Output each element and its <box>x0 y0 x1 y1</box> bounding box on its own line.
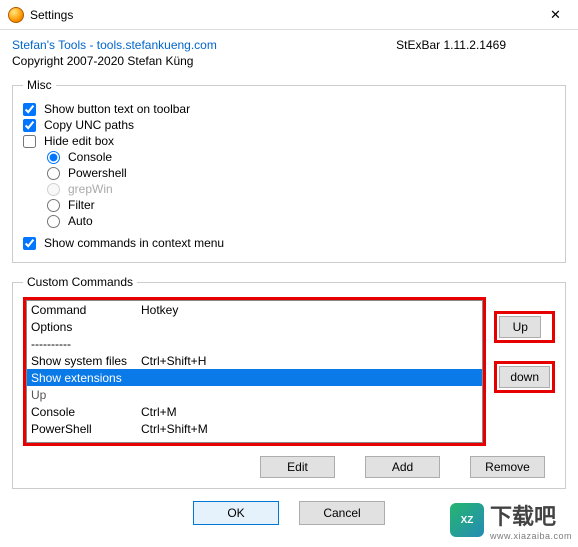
cell-command: Up <box>27 386 137 403</box>
table-row[interactable]: Show extensions <box>27 369 482 386</box>
custom-commands-group: Custom Commands Command Hotkey Options--… <box>12 275 566 489</box>
show-context-checkbox[interactable]: Show commands in context menu <box>23 236 555 250</box>
command-action-buttons: Edit Add Remove <box>23 456 555 478</box>
col-hotkey: Hotkey <box>137 301 482 318</box>
window-title: Settings <box>30 8 533 22</box>
hide-edit-input[interactable] <box>23 135 36 148</box>
close-button[interactable]: ✕ <box>533 0 578 30</box>
cell-hotkey <box>137 318 482 335</box>
remove-button[interactable]: Remove <box>470 456 545 478</box>
cell-hotkey <box>137 369 482 386</box>
cell-hotkey: Ctrl+Shift+M <box>137 420 482 437</box>
down-button-highlight: down <box>494 361 555 393</box>
custom-commands-legend: Custom Commands <box>23 275 137 289</box>
content: Stefan's Tools - tools.stefankueng.com S… <box>0 30 578 525</box>
add-button[interactable]: Add <box>365 456 440 478</box>
ok-button[interactable]: OK <box>193 501 279 525</box>
watermark-logo-icon: XZ <box>450 503 484 537</box>
cell-command: Show system files <box>27 352 137 369</box>
cell-command: Console <box>27 403 137 420</box>
radio-console-input[interactable] <box>47 151 60 164</box>
watermark-sub: www.xiazaiba.com <box>490 531 572 541</box>
table-row[interactable]: Show system filesCtrl+Shift+H <box>27 352 482 369</box>
hide-edit-checkbox[interactable]: Hide edit box <box>23 134 555 148</box>
radio-auto[interactable]: Auto <box>47 214 555 228</box>
table-row[interactable]: PowerShellCtrl+Shift+M <box>27 420 482 437</box>
watermark: XZ 下载吧 www.xiazaiba.com <box>450 499 572 541</box>
cell-command: PowerShell <box>27 420 137 437</box>
up-button-highlight: Up <box>494 311 555 343</box>
editbox-radios: Console Powershell grepWin Filter Auto <box>47 150 555 228</box>
table-row[interactable]: ---------- <box>27 335 482 352</box>
close-icon: ✕ <box>550 7 561 23</box>
down-button[interactable]: down <box>499 366 550 388</box>
show-button-text-input[interactable] <box>23 103 36 116</box>
misc-legend: Misc <box>23 78 56 92</box>
edit-button[interactable]: Edit <box>260 456 335 478</box>
radio-grepwin-label: grepWin <box>68 182 113 196</box>
show-context-label: Show commands in context menu <box>44 236 224 250</box>
copy-unc-checkbox[interactable]: Copy UNC paths <box>23 118 555 132</box>
header-row: Stefan's Tools - tools.stefankueng.com S… <box>12 38 566 52</box>
up-button[interactable]: Up <box>499 316 541 338</box>
show-context-input[interactable] <box>23 237 36 250</box>
cell-hotkey: Ctrl+M <box>137 403 482 420</box>
radio-auto-input[interactable] <box>47 215 60 228</box>
cell-command: Show extensions <box>27 369 137 386</box>
radio-powershell-input[interactable] <box>47 167 60 180</box>
radio-powershell[interactable]: Powershell <box>47 166 555 180</box>
col-command: Command <box>27 301 137 318</box>
commands-grid[interactable]: Command Hotkey Options----------Show sys… <box>26 300 483 443</box>
watermark-text: 下载吧 <box>490 504 556 529</box>
table-row[interactable]: ConsoleCtrl+M <box>27 403 482 420</box>
table-row[interactable]: Up <box>27 386 482 403</box>
radio-grepwin-input <box>47 183 60 196</box>
copy-unc-input[interactable] <box>23 119 36 132</box>
commands-table: Command Hotkey Options----------Show sys… <box>27 301 482 437</box>
cell-command: ---------- <box>27 335 137 352</box>
radio-grepwin: grepWin <box>47 182 555 196</box>
radio-auto-label: Auto <box>68 214 93 228</box>
radio-filter[interactable]: Filter <box>47 198 555 212</box>
cell-hotkey <box>137 386 482 403</box>
reorder-buttons: Up down <box>494 311 555 393</box>
version-label: StExBar 1.11.2.1469 <box>396 38 506 52</box>
commands-area: Command Hotkey Options----------Show sys… <box>23 297 555 446</box>
table-header-row[interactable]: Command Hotkey <box>27 301 482 318</box>
commands-grid-highlight: Command Hotkey Options----------Show sys… <box>23 297 486 446</box>
show-button-text-label: Show button text on toolbar <box>44 102 190 116</box>
radio-console-label: Console <box>68 150 112 164</box>
copyright-label: Copyright 2007-2020 Stefan Küng <box>12 54 566 68</box>
misc-group: Misc Show button text on toolbar Copy UN… <box>12 78 566 263</box>
tools-link[interactable]: Stefan's Tools - tools.stefankueng.com <box>12 38 217 52</box>
copy-unc-label: Copy UNC paths <box>44 118 134 132</box>
cell-hotkey <box>137 335 482 352</box>
radio-powershell-label: Powershell <box>68 166 127 180</box>
cell-command: Options <box>27 318 137 335</box>
radio-console[interactable]: Console <box>47 150 555 164</box>
show-button-text-checkbox[interactable]: Show button text on toolbar <box>23 102 555 116</box>
app-icon <box>8 7 24 23</box>
watermark-text-wrap: 下载吧 www.xiazaiba.com <box>490 499 572 541</box>
cancel-button[interactable]: Cancel <box>299 501 385 525</box>
radio-filter-input[interactable] <box>47 199 60 212</box>
hide-edit-label: Hide edit box <box>44 134 114 148</box>
titlebar: Settings ✕ <box>0 0 578 30</box>
table-row[interactable]: Options <box>27 318 482 335</box>
radio-filter-label: Filter <box>68 198 95 212</box>
cell-hotkey: Ctrl+Shift+H <box>137 352 482 369</box>
